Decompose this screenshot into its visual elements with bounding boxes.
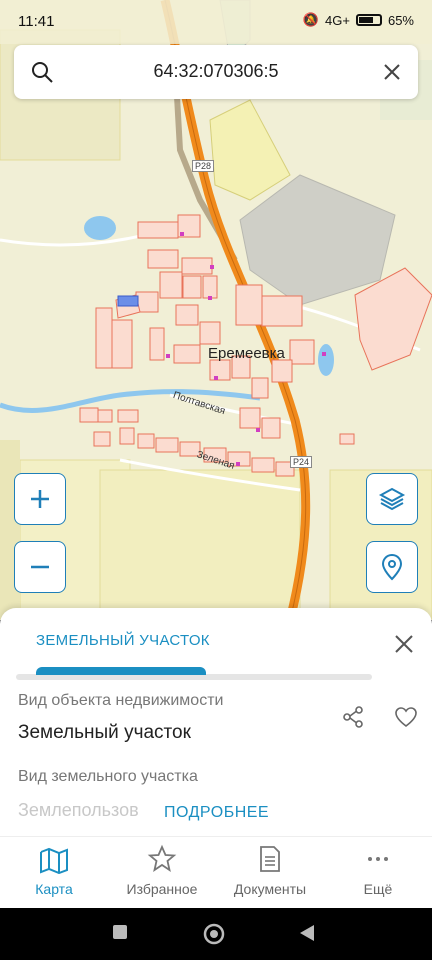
clear-icon[interactable] xyxy=(380,60,404,84)
search-icon[interactable] xyxy=(30,60,54,84)
tab-land-plot[interactable]: ЗЕМЕЛЬНЫЙ УЧАСТОК xyxy=(36,632,210,649)
back-icon[interactable] xyxy=(298,923,316,943)
map-icon xyxy=(38,843,70,875)
battery-icon xyxy=(355,14,382,26)
battery-level: 65% xyxy=(387,12,414,28)
bottom-navigation: Карта Избранное Документы Ещё xyxy=(0,836,432,908)
search-bar[interactable]: 64:32:070306:5 xyxy=(14,45,418,99)
system-navigation-bar xyxy=(0,908,432,960)
layers-icon xyxy=(378,487,406,511)
search-input[interactable]: 64:32:070306:5 xyxy=(74,61,358,82)
zoom-out-button[interactable] xyxy=(14,541,66,593)
road-number-badge: Р24 xyxy=(290,456,313,468)
layers-button[interactable] xyxy=(366,473,418,525)
recents-icon[interactable] xyxy=(111,923,129,941)
nav-more[interactable]: Ещё xyxy=(324,837,432,908)
nav-label: Документы xyxy=(233,881,307,897)
heart-icon[interactable] xyxy=(394,706,418,728)
location-button[interactable] xyxy=(366,541,418,593)
road-number-badge: Р28 xyxy=(192,160,215,172)
town-label: Еремеевка xyxy=(208,345,285,362)
tab-indicator xyxy=(36,667,206,675)
star-icon xyxy=(146,843,178,875)
info-sheet[interactable]: ЗЕМЕЛЬНЫЙ УЧАСТОК Вид объекта недвижимос… xyxy=(0,608,432,840)
more-details-button[interactable]: ПОДРОБНЕЕ xyxy=(162,804,272,822)
network-label: 4G+ xyxy=(325,12,350,28)
mute-icon: 🔕 xyxy=(302,12,320,27)
property-type-value: Земельный участок xyxy=(18,722,191,743)
nav-label: Ещё xyxy=(363,881,393,897)
land-plot-type-value: Землепользов xyxy=(18,800,139,820)
nav-documents[interactable]: Документы xyxy=(216,837,324,908)
nav-map[interactable]: Карта xyxy=(0,837,108,908)
home-icon[interactable] xyxy=(203,923,225,945)
share-icon[interactable] xyxy=(342,706,364,728)
status-bar: 11:41 🔕 4G+ 65% xyxy=(0,0,432,44)
document-icon xyxy=(254,843,286,875)
close-icon[interactable] xyxy=(392,632,416,656)
location-pin-icon xyxy=(381,553,403,581)
land-plot-type-label: Вид земельного участка xyxy=(18,768,198,785)
nav-label: Избранное xyxy=(126,881,198,897)
nav-label: Карта xyxy=(35,881,73,897)
minus-icon xyxy=(31,565,49,569)
nav-favorites[interactable]: Избранное xyxy=(108,837,216,908)
status-time: 11:41 xyxy=(18,13,55,30)
zoom-in-button[interactable] xyxy=(14,473,66,525)
property-type-label: Вид объекта недвижимости xyxy=(18,692,224,709)
plus-icon xyxy=(31,490,49,508)
more-icon xyxy=(362,843,394,875)
